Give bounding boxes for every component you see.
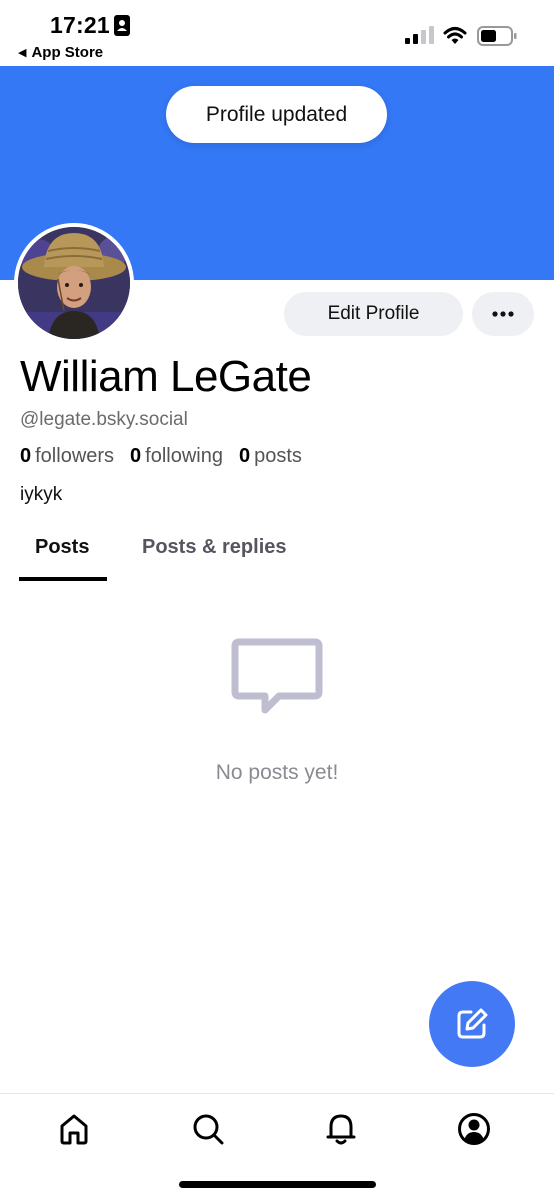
- search-icon[interactable]: [191, 1112, 225, 1146]
- avatar-photo: [18, 227, 130, 339]
- posts-stat: 0 posts: [239, 445, 302, 468]
- posts-count: 0: [239, 445, 251, 467]
- empty-state-text: No posts yet!: [215, 761, 339, 784]
- more-options-button[interactable]: [472, 292, 534, 336]
- toast-message: Profile updated: [205, 102, 348, 126]
- contact-card-icon: [114, 15, 130, 36]
- toast-notification: Profile updated: [166, 86, 387, 143]
- posts-label: posts: [254, 445, 302, 467]
- cellular-signal-icon: [405, 26, 434, 44]
- followers-stat[interactable]: 0 followers: [20, 445, 114, 468]
- followers-count: 0: [20, 445, 32, 467]
- home-indicator[interactable]: [179, 1181, 376, 1188]
- back-triangle-icon: ◀: [18, 47, 27, 59]
- profile-icon[interactable]: [457, 1112, 491, 1146]
- status-time: 17:21: [50, 12, 110, 38]
- active-tab-indicator: [19, 577, 107, 581]
- home-icon[interactable]: [57, 1112, 91, 1146]
- message-bubble-icon: [231, 638, 323, 714]
- profile-bio: iykyk: [20, 484, 63, 505]
- ellipsis-icon: [492, 311, 514, 317]
- display-name: William LeGate: [20, 352, 312, 401]
- compose-button[interactable]: [429, 981, 515, 1067]
- profile-handle: @legate.bsky.social: [20, 409, 188, 430]
- status-bar: 17:21 ◀ App Store: [0, 0, 554, 66]
- followers-label: followers: [35, 445, 115, 467]
- avatar[interactable]: [14, 223, 134, 343]
- tab-posts[interactable]: Posts: [35, 536, 89, 559]
- wifi-icon: [443, 27, 467, 44]
- bell-icon[interactable]: [324, 1112, 358, 1146]
- profile-tabs: Posts Posts & replies: [0, 530, 554, 582]
- compose-icon: [457, 1008, 488, 1039]
- profile-stats: 0 followers 0 following 0 posts: [20, 445, 318, 468]
- edit-profile-button[interactable]: Edit Profile: [284, 292, 463, 336]
- following-stat[interactable]: 0 following: [130, 445, 223, 468]
- back-app-label: App Store: [31, 44, 104, 61]
- following-count: 0: [130, 445, 142, 467]
- following-label: following: [145, 445, 223, 467]
- tab-posts-and-replies[interactable]: Posts & replies: [142, 536, 287, 559]
- battery-icon: [477, 26, 517, 46]
- back-to-app-store[interactable]: ◀ App Store: [18, 44, 103, 61]
